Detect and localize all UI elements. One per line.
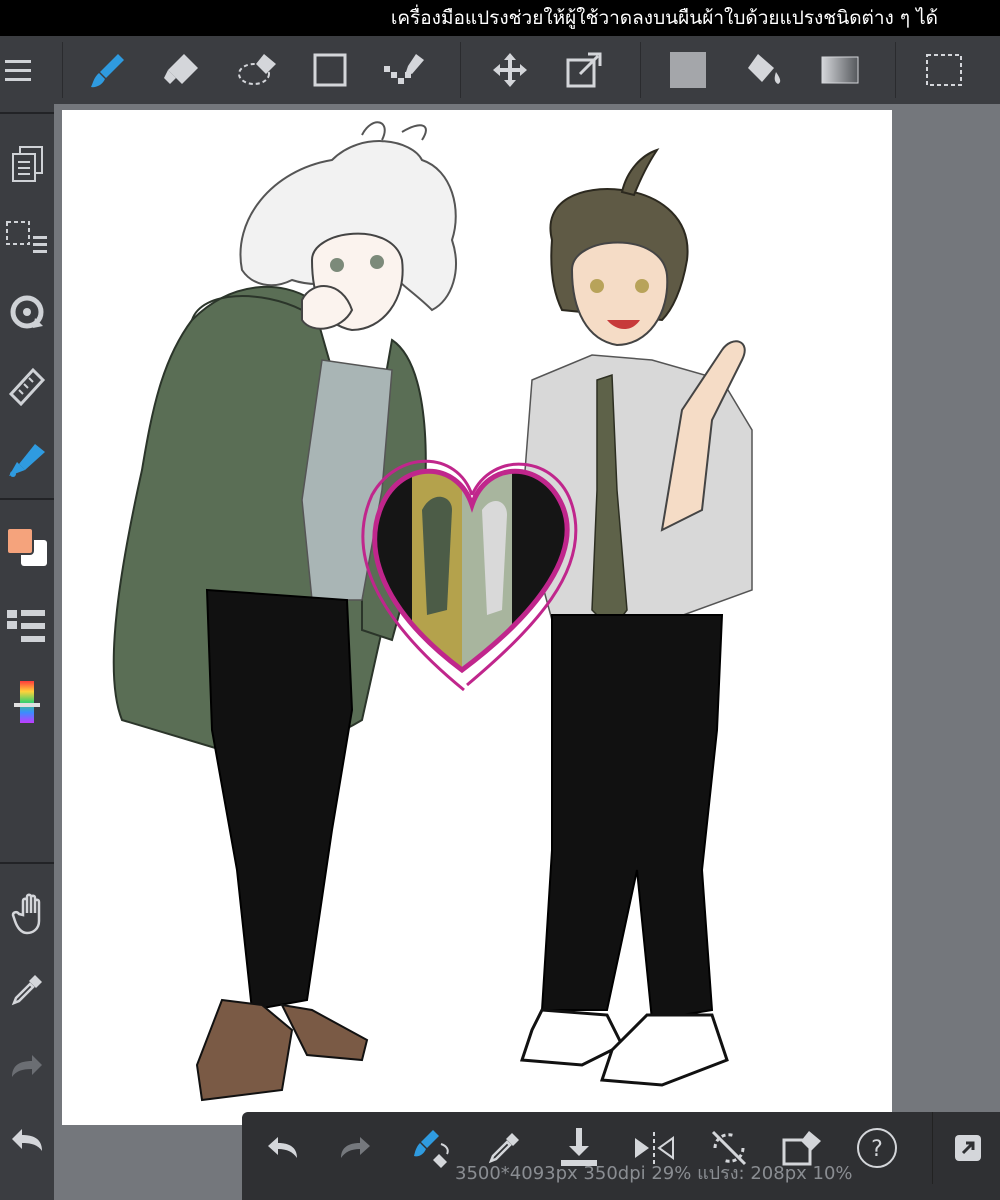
gradient-icon[interactable] [810, 36, 870, 104]
rectangle-icon[interactable] [300, 36, 360, 104]
svg-text:?: ? [871, 1137, 883, 1162]
ruler-icon[interactable] [0, 356, 54, 416]
canvas-status-text: 3500*4093px 350dpi 29% แปรง: 208px 10% [455, 1163, 853, 1184]
brush-icon[interactable] [78, 36, 138, 104]
undo-icon[interactable] [248, 1112, 318, 1184]
layer-list-icon[interactable] [0, 596, 54, 656]
hand-icon[interactable] [0, 884, 54, 944]
color-slider-icon[interactable] [0, 672, 54, 732]
brush-active-icon[interactable] [0, 430, 54, 490]
bucket-icon[interactable] [734, 36, 794, 104]
menu-icon[interactable] [0, 36, 48, 104]
undo-icon[interactable] [0, 1110, 54, 1170]
selection-layer-icon[interactable] [0, 208, 54, 268]
drawing-canvas[interactable] [62, 110, 892, 1125]
select-icon[interactable] [914, 36, 974, 104]
fill-color-icon[interactable] [658, 36, 718, 104]
artwork-illustration [112, 121, 753, 1102]
move-icon[interactable] [480, 36, 540, 104]
transform-icon[interactable] [554, 36, 614, 104]
left-sidebar [0, 104, 54, 1200]
dot-pen-icon[interactable] [375, 36, 435, 104]
tool-hint-banner: เครื่องมือแปรงช่วยให้ผู้ใช้วาดลงบนผืนผ้า… [0, 0, 1000, 36]
eraser-icon[interactable] [152, 36, 212, 104]
color-swatch[interactable] [0, 518, 54, 578]
external-link-icon[interactable] [932, 1112, 1000, 1184]
rotate-icon[interactable] [0, 282, 54, 342]
eyedropper-icon[interactable] [0, 960, 54, 1020]
redo-icon[interactable] [320, 1112, 390, 1184]
top-toolbar [0, 36, 1000, 104]
layers-icon[interactable] [0, 134, 54, 194]
redo-icon[interactable] [0, 1036, 54, 1096]
selection-eraser-icon[interactable] [228, 36, 288, 104]
